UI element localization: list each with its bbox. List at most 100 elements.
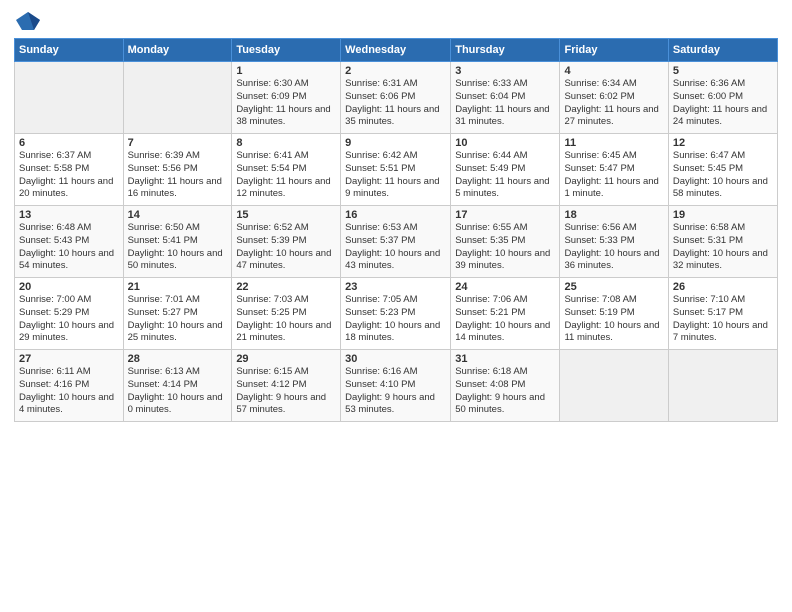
- weekday-header-tuesday: Tuesday: [232, 39, 341, 62]
- day-number: 28: [128, 353, 228, 365]
- day-info: Sunrise: 7:06 AM Sunset: 5:21 PM Dayligh…: [455, 294, 555, 345]
- day-info: Sunrise: 6:13 AM Sunset: 4:14 PM Dayligh…: [128, 366, 228, 417]
- day-number: 23: [345, 281, 446, 293]
- day-info: Sunrise: 6:16 AM Sunset: 4:10 PM Dayligh…: [345, 366, 446, 417]
- weekday-header-friday: Friday: [560, 39, 668, 62]
- calendar-cell: 15Sunrise: 6:52 AM Sunset: 5:39 PM Dayli…: [232, 206, 341, 278]
- page: SundayMondayTuesdayWednesdayThursdayFrid…: [0, 0, 792, 612]
- day-number: 21: [128, 281, 228, 293]
- calendar-cell: 16Sunrise: 6:53 AM Sunset: 5:37 PM Dayli…: [341, 206, 451, 278]
- logo: [14, 10, 46, 32]
- day-info: Sunrise: 6:45 AM Sunset: 5:47 PM Dayligh…: [564, 150, 663, 201]
- calendar-body: 1Sunrise: 6:30 AM Sunset: 6:09 PM Daylig…: [15, 62, 778, 422]
- day-number: 18: [564, 209, 663, 221]
- calendar-week-row: 20Sunrise: 7:00 AM Sunset: 5:29 PM Dayli…: [15, 278, 778, 350]
- calendar-cell: 1Sunrise: 6:30 AM Sunset: 6:09 PM Daylig…: [232, 62, 341, 134]
- day-info: Sunrise: 6:58 AM Sunset: 5:31 PM Dayligh…: [673, 222, 773, 273]
- calendar-cell: 7Sunrise: 6:39 AM Sunset: 5:56 PM Daylig…: [123, 134, 232, 206]
- day-info: Sunrise: 6:50 AM Sunset: 5:41 PM Dayligh…: [128, 222, 228, 273]
- weekday-header-row: SundayMondayTuesdayWednesdayThursdayFrid…: [15, 39, 778, 62]
- day-info: Sunrise: 6:11 AM Sunset: 4:16 PM Dayligh…: [19, 366, 119, 417]
- day-number: 29: [236, 353, 336, 365]
- day-number: 12: [673, 137, 773, 149]
- day-number: 7: [128, 137, 228, 149]
- day-info: Sunrise: 6:42 AM Sunset: 5:51 PM Dayligh…: [345, 150, 446, 201]
- day-number: 4: [564, 65, 663, 77]
- calendar-cell: 19Sunrise: 6:58 AM Sunset: 5:31 PM Dayli…: [668, 206, 777, 278]
- day-number: 3: [455, 65, 555, 77]
- day-info: Sunrise: 6:31 AM Sunset: 6:06 PM Dayligh…: [345, 78, 446, 129]
- day-info: Sunrise: 6:44 AM Sunset: 5:49 PM Dayligh…: [455, 150, 555, 201]
- calendar-cell: 3Sunrise: 6:33 AM Sunset: 6:04 PM Daylig…: [451, 62, 560, 134]
- day-number: 16: [345, 209, 446, 221]
- day-info: Sunrise: 6:30 AM Sunset: 6:09 PM Dayligh…: [236, 78, 336, 129]
- day-number: 24: [455, 281, 555, 293]
- day-info: Sunrise: 7:08 AM Sunset: 5:19 PM Dayligh…: [564, 294, 663, 345]
- day-info: Sunrise: 6:41 AM Sunset: 5:54 PM Dayligh…: [236, 150, 336, 201]
- day-info: Sunrise: 6:34 AM Sunset: 6:02 PM Dayligh…: [564, 78, 663, 129]
- calendar-cell: [15, 62, 124, 134]
- day-number: 2: [345, 65, 446, 77]
- day-info: Sunrise: 6:18 AM Sunset: 4:08 PM Dayligh…: [455, 366, 555, 417]
- calendar-cell: 8Sunrise: 6:41 AM Sunset: 5:54 PM Daylig…: [232, 134, 341, 206]
- day-info: Sunrise: 6:56 AM Sunset: 5:33 PM Dayligh…: [564, 222, 663, 273]
- generalblue-logo-icon: [14, 10, 42, 32]
- day-info: Sunrise: 7:03 AM Sunset: 5:25 PM Dayligh…: [236, 294, 336, 345]
- day-info: Sunrise: 7:10 AM Sunset: 5:17 PM Dayligh…: [673, 294, 773, 345]
- day-number: 14: [128, 209, 228, 221]
- header: [14, 10, 778, 32]
- day-info: Sunrise: 6:48 AM Sunset: 5:43 PM Dayligh…: [19, 222, 119, 273]
- day-number: 27: [19, 353, 119, 365]
- day-number: 15: [236, 209, 336, 221]
- day-info: Sunrise: 7:05 AM Sunset: 5:23 PM Dayligh…: [345, 294, 446, 345]
- day-number: 25: [564, 281, 663, 293]
- day-number: 1: [236, 65, 336, 77]
- day-number: 13: [19, 209, 119, 221]
- day-number: 9: [345, 137, 446, 149]
- day-number: 30: [345, 353, 446, 365]
- calendar-week-row: 6Sunrise: 6:37 AM Sunset: 5:58 PM Daylig…: [15, 134, 778, 206]
- calendar-cell: 22Sunrise: 7:03 AM Sunset: 5:25 PM Dayli…: [232, 278, 341, 350]
- calendar-cell: 4Sunrise: 6:34 AM Sunset: 6:02 PM Daylig…: [560, 62, 668, 134]
- calendar-cell: 25Sunrise: 7:08 AM Sunset: 5:19 PM Dayli…: [560, 278, 668, 350]
- calendar-cell: 11Sunrise: 6:45 AM Sunset: 5:47 PM Dayli…: [560, 134, 668, 206]
- calendar-cell: 31Sunrise: 6:18 AM Sunset: 4:08 PM Dayli…: [451, 350, 560, 422]
- day-info: Sunrise: 6:36 AM Sunset: 6:00 PM Dayligh…: [673, 78, 773, 129]
- calendar-cell: 30Sunrise: 6:16 AM Sunset: 4:10 PM Dayli…: [341, 350, 451, 422]
- day-info: Sunrise: 6:52 AM Sunset: 5:39 PM Dayligh…: [236, 222, 336, 273]
- day-number: 20: [19, 281, 119, 293]
- day-number: 11: [564, 137, 663, 149]
- calendar-cell: [668, 350, 777, 422]
- calendar-cell: [123, 62, 232, 134]
- calendar-cell: [560, 350, 668, 422]
- calendar-cell: 28Sunrise: 6:13 AM Sunset: 4:14 PM Dayli…: [123, 350, 232, 422]
- calendar-cell: 20Sunrise: 7:00 AM Sunset: 5:29 PM Dayli…: [15, 278, 124, 350]
- day-number: 17: [455, 209, 555, 221]
- day-info: Sunrise: 6:37 AM Sunset: 5:58 PM Dayligh…: [19, 150, 119, 201]
- calendar-cell: 27Sunrise: 6:11 AM Sunset: 4:16 PM Dayli…: [15, 350, 124, 422]
- calendar-cell: 26Sunrise: 7:10 AM Sunset: 5:17 PM Dayli…: [668, 278, 777, 350]
- weekday-header-thursday: Thursday: [451, 39, 560, 62]
- day-info: Sunrise: 7:01 AM Sunset: 5:27 PM Dayligh…: [128, 294, 228, 345]
- day-info: Sunrise: 6:47 AM Sunset: 5:45 PM Dayligh…: [673, 150, 773, 201]
- day-number: 10: [455, 137, 555, 149]
- calendar-table: SundayMondayTuesdayWednesdayThursdayFrid…: [14, 38, 778, 422]
- day-info: Sunrise: 6:53 AM Sunset: 5:37 PM Dayligh…: [345, 222, 446, 273]
- calendar-week-row: 1Sunrise: 6:30 AM Sunset: 6:09 PM Daylig…: [15, 62, 778, 134]
- weekday-header-monday: Monday: [123, 39, 232, 62]
- day-number: 8: [236, 137, 336, 149]
- day-info: Sunrise: 6:33 AM Sunset: 6:04 PM Dayligh…: [455, 78, 555, 129]
- calendar-cell: 14Sunrise: 6:50 AM Sunset: 5:41 PM Dayli…: [123, 206, 232, 278]
- day-number: 26: [673, 281, 773, 293]
- calendar-cell: 5Sunrise: 6:36 AM Sunset: 6:00 PM Daylig…: [668, 62, 777, 134]
- calendar-cell: 24Sunrise: 7:06 AM Sunset: 5:21 PM Dayli…: [451, 278, 560, 350]
- calendar-cell: 2Sunrise: 6:31 AM Sunset: 6:06 PM Daylig…: [341, 62, 451, 134]
- calendar-cell: 17Sunrise: 6:55 AM Sunset: 5:35 PM Dayli…: [451, 206, 560, 278]
- calendar-cell: 10Sunrise: 6:44 AM Sunset: 5:49 PM Dayli…: [451, 134, 560, 206]
- day-number: 19: [673, 209, 773, 221]
- day-number: 5: [673, 65, 773, 77]
- calendar-cell: 12Sunrise: 6:47 AM Sunset: 5:45 PM Dayli…: [668, 134, 777, 206]
- day-info: Sunrise: 6:15 AM Sunset: 4:12 PM Dayligh…: [236, 366, 336, 417]
- calendar-cell: 18Sunrise: 6:56 AM Sunset: 5:33 PM Dayli…: [560, 206, 668, 278]
- day-number: 31: [455, 353, 555, 365]
